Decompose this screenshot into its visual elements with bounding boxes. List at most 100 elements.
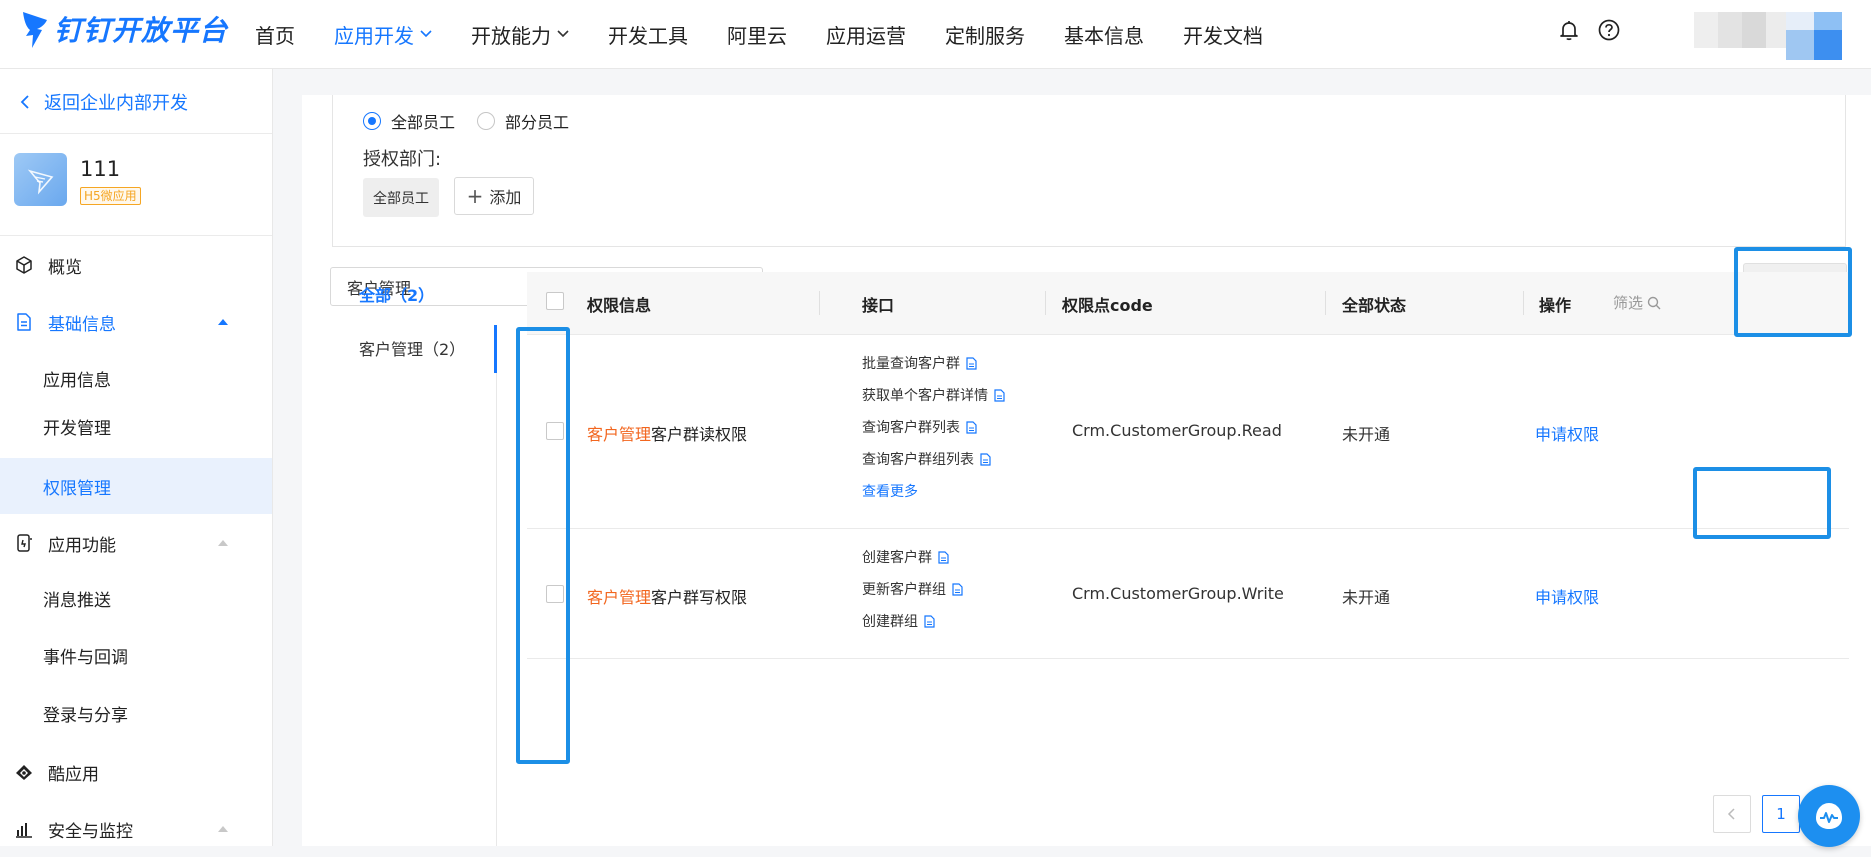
authorized-dept-label: 授权部门:	[363, 149, 442, 170]
api-link[interactable]: 创建群组	[862, 611, 935, 631]
column-divider	[1325, 291, 1326, 315]
sidebar-item-permission-management[interactable]: 权限管理	[0, 458, 272, 514]
sidebar-item-dev-management[interactable]: 开发管理	[0, 398, 272, 454]
sidebar-item-label: 登录与分享	[43, 705, 128, 726]
document-link-icon[interactable]	[966, 356, 977, 370]
sidebar-item-label: 消息推送	[43, 590, 111, 611]
permission-name: 客户管理客户群读权限	[587, 421, 747, 445]
apply-permission-link[interactable]: 申请权限	[1535, 421, 1599, 445]
sidebar-item-message-push[interactable]: 消息推送	[0, 570, 272, 626]
view-more-link[interactable]: 查看更多	[862, 481, 918, 501]
header-action: 操作	[1539, 296, 1572, 315]
api-link[interactable]: 查询客户群列表	[862, 417, 977, 437]
highlight-row-checkboxes	[516, 327, 570, 764]
nav-item-custom-service[interactable]: 定制服务	[945, 20, 1025, 49]
document-link-icon[interactable]	[938, 550, 949, 564]
nav-label: 首页	[255, 23, 295, 48]
api-link[interactable]: 批量查询客户群	[862, 353, 977, 373]
pager-page-current[interactable]: 1	[1762, 795, 1800, 833]
nav-label: 开发工具	[608, 23, 688, 48]
document-link-icon[interactable]	[980, 452, 991, 466]
document-link-icon[interactable]	[966, 420, 977, 434]
pager-prev-button[interactable]	[1713, 795, 1751, 833]
table-header: 权限信息 接口 权限点code 全部状态 筛选 操作	[527, 272, 1849, 335]
sidebar-item-cool-app[interactable]: 酷应用	[0, 744, 272, 800]
radio-label[interactable]: 部分员工	[505, 109, 569, 133]
status-filter[interactable]: 筛选	[1613, 292, 1661, 313]
sidebar-group-basic-info[interactable]: 基础信息	[0, 294, 272, 350]
assistant-bot-icon	[1816, 803, 1842, 829]
api-name: 创建群组	[862, 614, 918, 630]
api-link[interactable]: 查询客户群组列表	[862, 449, 991, 469]
sidebar-group-security-monitoring[interactable]: 安全与监控	[0, 801, 272, 857]
sidebar-group-app-features[interactable]: 应用功能	[0, 515, 272, 571]
column-divider	[1045, 291, 1046, 315]
sidebar-item-login-share[interactable]: 登录与分享	[0, 685, 272, 741]
bell-icon[interactable]	[1557, 18, 1581, 42]
add-dept-button[interactable]: + 添加	[454, 177, 534, 215]
user-avatar[interactable]	[1786, 12, 1842, 60]
nav-label: 开发文档	[1183, 23, 1263, 48]
nav-item-app-operations[interactable]: 应用运营	[826, 20, 906, 49]
api-link[interactable]: 更新客户群组	[862, 579, 963, 599]
permission-code: Crm.CustomerGroup.Read	[1072, 421, 1282, 440]
nav-item-dev-docs[interactable]: 开发文档	[1183, 20, 1263, 49]
dept-chip-all-employees: 全部员工	[363, 178, 439, 217]
add-label: 添加	[489, 188, 522, 207]
dingtalk-logo-icon	[23, 12, 47, 48]
sidebar-item-label: 概览	[48, 257, 82, 278]
select-all-checkbox[interactable]	[546, 292, 564, 310]
employee-scope-radio-group: 全部员工 部分员工	[363, 109, 591, 133]
api-name: 创建客户群	[862, 550, 932, 566]
category-customer-management[interactable]: 客户管理（2）	[359, 336, 465, 360]
apply-permission-link[interactable]: 申请权限	[1535, 584, 1599, 608]
highlight-apply-permission	[1693, 467, 1831, 539]
nav-label: 应用运营	[826, 23, 906, 48]
sidebar: 返回企业内部开发 111 H5微应用 概览 基础信息 应用信息 开发管理 权限管…	[0, 69, 273, 846]
header-status: 全部状态	[1342, 296, 1407, 315]
divider	[0, 133, 272, 134]
api-link[interactable]: 获取单个客户群详情	[862, 385, 1005, 405]
sidebar-item-label: 事件与回调	[43, 647, 128, 668]
nav-item-dev-tools[interactable]: 开发工具	[608, 20, 688, 49]
filter-label: 筛选	[1613, 294, 1644, 312]
nav-label: 基本信息	[1064, 23, 1144, 48]
radio-all-employees[interactable]	[363, 112, 381, 130]
brand-logo[interactable]: 钉钉开放平台	[20, 8, 228, 50]
sidebar-item-events-callbacks[interactable]: 事件与回调	[0, 627, 272, 683]
sidebar-item-label: 安全与监控	[48, 821, 133, 842]
sidebar-item-overview[interactable]: 概览	[0, 237, 272, 293]
back-to-internal-dev-link[interactable]: 返回企业内部开发	[20, 89, 188, 115]
api-name: 查询客户群组列表	[862, 452, 974, 468]
nav-item-open-capabilities[interactable]: 开放能力	[471, 20, 569, 49]
nav-label: 开放能力	[471, 23, 551, 48]
api-name: 获取单个客户群详情	[862, 388, 988, 404]
sidebar-item-label: 应用功能	[48, 535, 116, 556]
table-row: 客户管理客户群写权限 创建客户群 更新客户群组 创建群组 Crm.Custome…	[527, 529, 1849, 659]
highlight-batch-apply	[1734, 247, 1852, 337]
category-all[interactable]: 全部（2）	[359, 282, 434, 306]
assistant-float-button[interactable]	[1798, 785, 1860, 847]
search-icon	[1647, 296, 1661, 309]
header-api: 接口	[862, 296, 895, 315]
app-logo-icon	[27, 169, 53, 194]
nav-item-basic-info[interactable]: 基本信息	[1064, 20, 1144, 49]
document-link-icon[interactable]	[994, 388, 1005, 402]
nav-item-app-dev[interactable]: 应用开发	[334, 20, 432, 49]
radio-label[interactable]: 全部员工	[391, 109, 455, 133]
brand-name: 钉钉开放平台	[54, 14, 229, 47]
nav-item-aliyun[interactable]: 阿里云	[727, 20, 787, 49]
document-link-icon[interactable]	[924, 614, 935, 628]
api-link[interactable]: 创建客户群	[862, 547, 949, 567]
radio-partial-employees[interactable]	[477, 112, 496, 130]
user-name-blurred	[1694, 12, 1794, 48]
back-link-label: 返回企业内部开发	[44, 93, 188, 114]
app-type-badge: H5微应用	[80, 187, 141, 205]
help-icon[interactable]	[1597, 18, 1621, 42]
nav-item-home[interactable]: 首页	[255, 20, 295, 49]
document-link-icon[interactable]	[952, 582, 963, 596]
permission-category-tag: 客户管理	[587, 588, 652, 607]
api-name: 更新客户群组	[862, 582, 946, 598]
cool-app-icon	[16, 765, 32, 780]
nav-label: 阿里云	[727, 23, 787, 48]
